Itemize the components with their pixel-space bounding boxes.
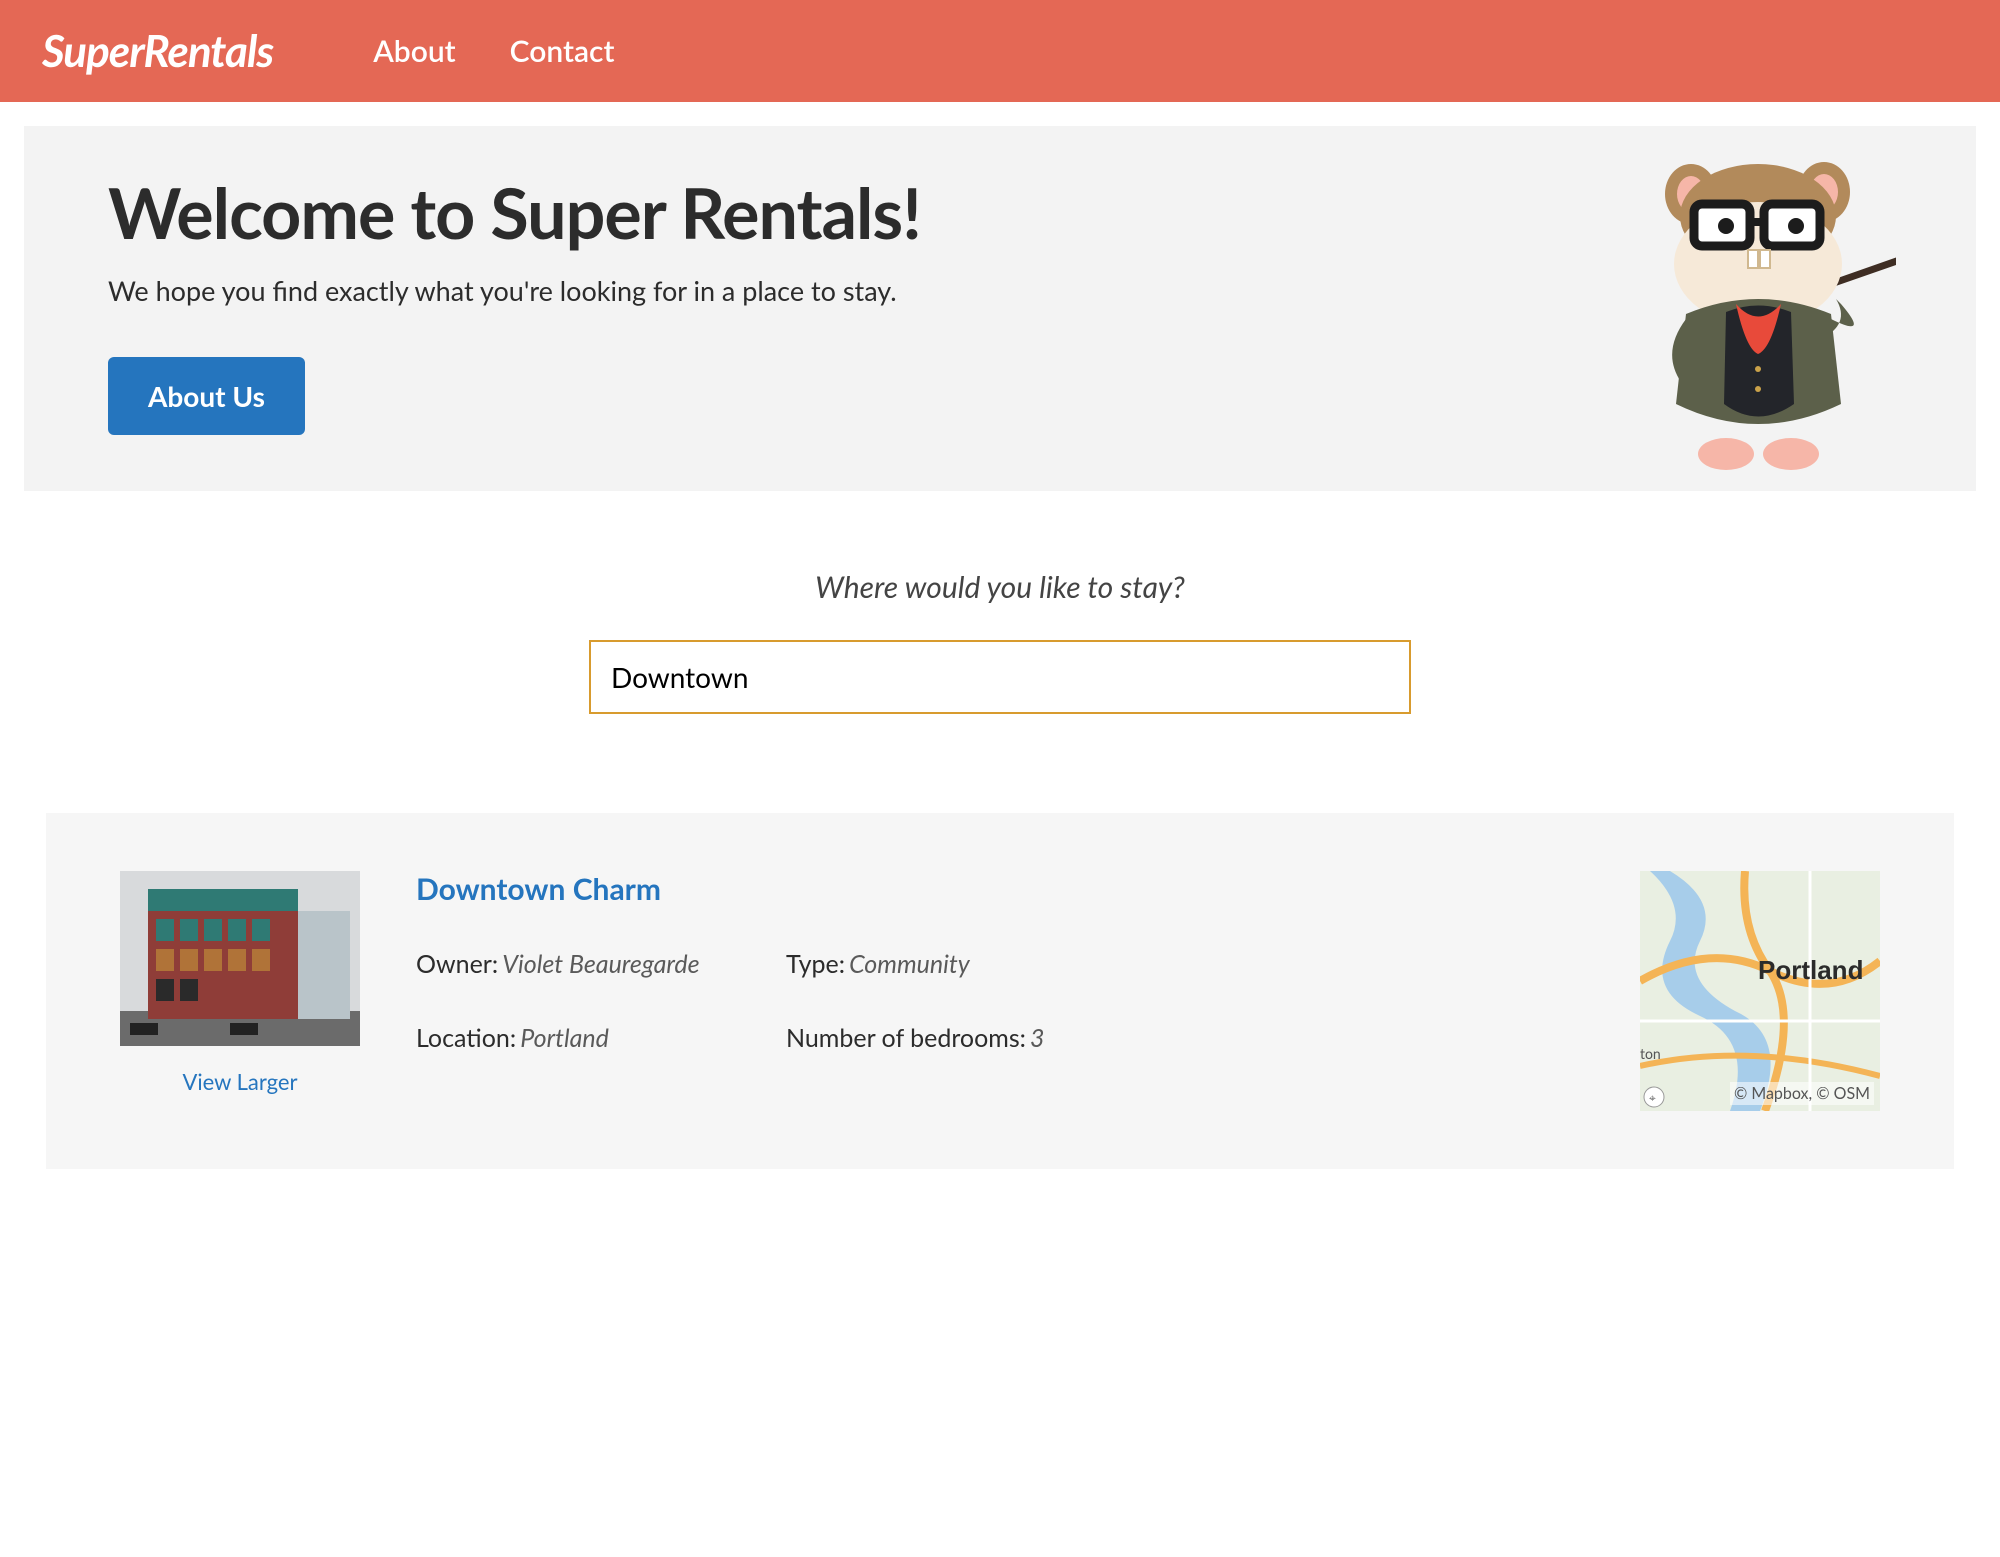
bedrooms-label: Number of bedrooms:: [786, 1023, 1026, 1053]
map-icon: Portland ton ⌖: [1640, 871, 1880, 1111]
about-us-button[interactable]: About Us: [108, 357, 305, 435]
search-section: Where would you like to stay?: [0, 569, 2000, 713]
location-value: Portland: [520, 1023, 609, 1053]
owner-value: Violet Beauregarde: [502, 949, 699, 979]
listing-photo-icon[interactable]: [120, 871, 360, 1046]
view-larger-link[interactable]: View Larger: [182, 1068, 297, 1095]
hero-jumbo: Welcome to Super Rentals! We hope you fi…: [24, 126, 1976, 491]
map-city-label: Portland: [1758, 955, 1863, 985]
svg-text:⌖: ⌖: [1649, 1090, 1656, 1105]
listing-details: Downtown Charm Owner: Violet Beauregarde…: [416, 871, 1584, 1053]
listing-image-wrap: View Larger: [120, 871, 360, 1095]
brand-logo[interactable]: SuperRentals: [42, 25, 273, 77]
location-label: Location:: [416, 1023, 516, 1053]
svg-text:ton: ton: [1640, 1045, 1661, 1062]
detail-location: Location: Portland: [416, 1023, 786, 1053]
bedrooms-value: 3: [1030, 1023, 1045, 1053]
nav-link-contact[interactable]: Contact: [510, 33, 615, 69]
detail-owner: Owner: Violet Beauregarde: [416, 949, 786, 979]
detail-bedrooms: Number of bedrooms: 3: [786, 1023, 1156, 1053]
search-input[interactable]: [590, 641, 1410, 713]
rental-listing: View Larger Downtown Charm Owner: Violet…: [46, 813, 1954, 1169]
nav-links: About Contact: [373, 33, 614, 69]
tomster-mascot-icon: [1636, 154, 1896, 474]
listing-title[interactable]: Downtown Charm: [416, 871, 1584, 907]
type-value: Community: [849, 949, 970, 979]
nav-link-about[interactable]: About: [373, 33, 455, 69]
listing-map[interactable]: Portland ton ⌖ © Mapbox, © OSM: [1640, 871, 1880, 1111]
type-label: Type:: [786, 949, 845, 979]
hero-subtitle: We hope you find exactly what you're loo…: [108, 274, 1892, 307]
owner-label: Owner:: [416, 949, 498, 979]
hero-title: Welcome to Super Rentals!: [108, 170, 1892, 254]
search-prompt: Where would you like to stay?: [0, 569, 2000, 605]
top-nav: SuperRentals About Contact: [0, 0, 2000, 102]
map-attribution: © Mapbox, © OSM: [1730, 1082, 1874, 1105]
detail-type: Type: Community: [786, 949, 1156, 979]
